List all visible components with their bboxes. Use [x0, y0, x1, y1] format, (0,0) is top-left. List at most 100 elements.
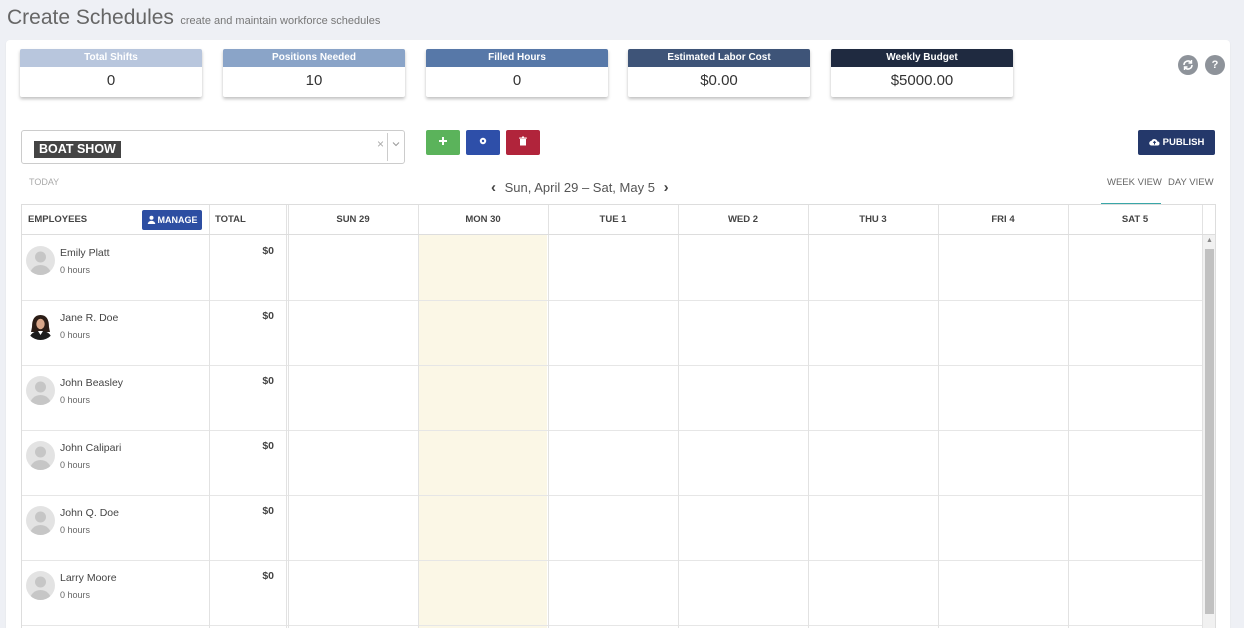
stat-positions-needed: Positions Needed 10	[223, 49, 405, 97]
tab-week-view[interactable]: WEEK VIEW	[1107, 177, 1162, 188]
page-title: Create Schedules create and maintain wor…	[7, 6, 380, 30]
employee-total: $0	[209, 365, 286, 430]
employee-row[interactable]: Larry Moore 0 hours	[22, 560, 209, 625]
day-header-mon[interactable]: MON 30	[418, 205, 548, 235]
grid-scrollbar[interactable]: ▲	[1203, 235, 1215, 628]
employee-row[interactable]: Emily Platt 0 hours	[22, 235, 209, 300]
employee-name: John Calipari	[60, 442, 122, 454]
avatar	[26, 571, 55, 600]
page-subtitle: create and maintain workforce schedules	[180, 15, 381, 27]
col-divider	[418, 205, 419, 628]
trash-icon	[519, 136, 527, 146]
day-header-thu[interactable]: THU 3	[808, 205, 938, 235]
employee-hours: 0 hours	[60, 525, 91, 535]
employee-hours: 0 hours	[60, 330, 91, 340]
today-button[interactable]: TODAY	[29, 177, 59, 187]
employee-row[interactable]: John Beasley 0 hours	[22, 365, 209, 430]
stat-value: 0	[106, 72, 116, 89]
employee-total: $0	[209, 560, 286, 625]
chevron-down-icon[interactable]	[392, 140, 400, 148]
avatar	[26, 506, 55, 535]
add-button[interactable]	[426, 130, 460, 155]
stat-label: Weekly Budget	[831, 49, 1013, 67]
stat-label: Total Shifts	[20, 49, 202, 67]
tab-day-view[interactable]: DAY VIEW	[1168, 177, 1214, 188]
day-header-sat[interactable]: SAT 5	[1068, 205, 1202, 235]
employee-total: $0	[209, 430, 286, 495]
stat-weekly-budget: Weekly Budget $5000.00	[831, 49, 1013, 97]
question-icon[interactable]: ?	[1205, 55, 1225, 75]
day-header-tue[interactable]: TUE 1	[548, 205, 678, 235]
col-divider	[548, 205, 549, 628]
avatar	[26, 246, 55, 275]
stat-label: Filled Hours	[426, 49, 608, 67]
employee-row[interactable]: John Calipari 0 hours	[22, 430, 209, 495]
stat-value: 0	[512, 72, 522, 89]
row-divider	[22, 625, 1202, 626]
chevron-right-icon[interactable]: ›	[664, 179, 669, 196]
refresh-icon[interactable]	[1178, 55, 1198, 75]
employees-header: EMPLOYEES	[28, 214, 88, 225]
employee-name: Jane R. Doe	[60, 312, 119, 324]
stat-value: $0.00	[700, 72, 738, 89]
scrollbar-thumb[interactable]	[1205, 249, 1214, 614]
employee-total: $0	[209, 300, 286, 365]
col-divider	[678, 205, 679, 628]
location-select[interactable]: BOAT SHOW ×	[21, 130, 405, 164]
employee-total-value: $0	[262, 245, 274, 257]
date-range: Sun, April 29 – Sat, May 5	[504, 180, 655, 195]
col-divider	[286, 205, 287, 628]
employee-row[interactable]: Jane R. Doe 0 hours	[22, 300, 209, 365]
settings-button[interactable]	[466, 130, 500, 155]
gear-icon	[479, 137, 487, 145]
schedule-card: Total Shifts 0 Positions Needed 10 Fille…	[6, 40, 1230, 628]
stat-estimated-labor-cost: Estimated Labor Cost $0.00	[628, 49, 810, 97]
total-header: TOTAL	[215, 214, 246, 225]
stat-label: Positions Needed	[223, 49, 405, 67]
col-divider	[288, 205, 289, 628]
page-title-text: Create Schedules	[7, 6, 174, 29]
stat-value: 10	[305, 72, 323, 89]
employee-name: John Beasley	[60, 377, 124, 389]
schedule-grid: EMPLOYEES MANAGE TOTAL SUN 29 MON 30 TUE…	[21, 204, 1216, 628]
employee-hours: 0 hours	[60, 395, 91, 405]
chevron-left-icon[interactable]: ‹	[491, 179, 496, 196]
plus-icon	[439, 137, 447, 145]
publish-label: PUBLISH	[1162, 137, 1205, 148]
avatar	[26, 376, 55, 405]
employee-total: $0	[209, 235, 286, 300]
day-header-wed[interactable]: WED 2	[678, 205, 808, 235]
stat-value: $5000.00	[890, 72, 954, 89]
day-header-fri[interactable]: FRI 4	[938, 205, 1068, 235]
scroll-up-icon[interactable]: ▲	[1206, 237, 1213, 244]
avatar	[26, 441, 55, 470]
date-navigator: ‹ Sun, April 29 – Sat, May 5 ›	[486, 179, 674, 196]
col-divider	[808, 205, 809, 628]
grid-header-row: EMPLOYEES MANAGE TOTAL SUN 29 MON 30 TUE…	[22, 205, 1215, 235]
employee-name: Emily Platt	[60, 247, 110, 259]
user-icon	[147, 215, 155, 224]
today-column-highlight	[418, 235, 547, 628]
employee-name: John Q. Doe	[60, 507, 119, 519]
select-divider	[387, 133, 388, 161]
manage-label: MANAGE	[157, 215, 198, 225]
stat-total-shifts: Total Shifts 0	[20, 49, 202, 97]
employee-name: Larry Moore	[60, 572, 117, 584]
cloud-upload-icon	[1148, 139, 1160, 146]
employee-hours: 0 hours	[60, 460, 91, 470]
employee-total-value: $0	[262, 310, 274, 322]
clear-icon[interactable]: ×	[377, 137, 384, 151]
delete-button[interactable]	[506, 130, 540, 155]
employee-total-value: $0	[262, 440, 274, 452]
manage-button[interactable]: MANAGE	[142, 210, 202, 230]
avatar	[26, 311, 55, 340]
employee-row[interactable]: John Q. Doe 0 hours	[22, 495, 209, 560]
employee-total-value: $0	[262, 570, 274, 582]
employee-total-value: $0	[262, 505, 274, 517]
stat-label: Estimated Labor Cost	[628, 49, 810, 67]
publish-button[interactable]: PUBLISH	[1138, 130, 1215, 155]
employee-hours: 0 hours	[60, 590, 91, 600]
employee-hours: 0 hours	[60, 265, 91, 275]
col-divider	[938, 205, 939, 628]
day-header-sun[interactable]: SUN 29	[288, 205, 418, 235]
